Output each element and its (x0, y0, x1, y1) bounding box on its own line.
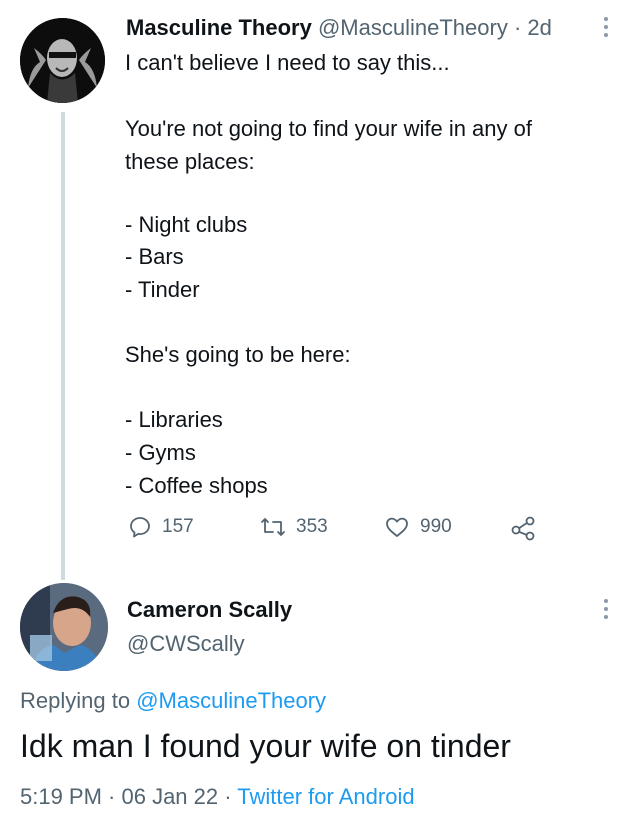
share-icon (510, 515, 538, 541)
reply-author-handle[interactable]: @CWScally (127, 631, 245, 657)
reply-meta: 5:19 PM · 06 Jan 22 · Twitter for Androi… (20, 784, 415, 810)
retweet-count: 353 (296, 516, 328, 537)
reply-icon (128, 515, 152, 539)
source-link[interactable]: Twitter for Android (237, 784, 414, 809)
tweet-line: - Night clubs (125, 212, 248, 237)
tweet-line: You're not going to find your wife in an… (125, 116, 532, 141)
author-name[interactable]: Masculine Theory (126, 15, 312, 40)
avatar-masculine-theory[interactable] (20, 18, 105, 103)
tweet-line: - Coffee shops (125, 473, 268, 498)
reply-author-name[interactable]: Cameron Scally (127, 597, 292, 623)
more-icon[interactable] (603, 17, 609, 41)
retweet-icon (260, 515, 286, 539)
tweet-line: these places: (125, 149, 255, 174)
avatar-cameron-scally[interactable] (20, 583, 108, 671)
tweet-line: - Bars (125, 244, 184, 269)
tweet-line: - Tinder (125, 277, 200, 302)
like-icon (384, 515, 410, 539)
tweet-line: - Libraries (125, 407, 223, 432)
reply-timestamp[interactable]: 5:19 PM · 06 Jan 22 · (20, 784, 232, 809)
replying-handle-link[interactable]: @MasculineTheory (136, 688, 326, 713)
replying-to: Replying to @MasculineTheory (20, 688, 326, 714)
replying-prefix: Replying to (20, 688, 131, 713)
like-count: 990 (420, 516, 452, 537)
like-button[interactable]: 990 (384, 515, 452, 539)
author-handle[interactable]: @MasculineTheory (318, 15, 508, 40)
reply-text: Idk man I found your wife on tinder (20, 728, 511, 764)
reply-count: 157 (162, 516, 194, 537)
header-separator: · (513, 15, 522, 40)
thread-line (61, 112, 65, 580)
share-button[interactable] (510, 515, 538, 541)
tweet-header: Masculine Theory @MasculineTheory · 2d (126, 15, 552, 41)
retweet-button[interactable]: 353 (260, 515, 328, 539)
tweet-line: - Gyms (125, 440, 196, 465)
reply-button[interactable]: 157 (128, 515, 194, 539)
tweet-time[interactable]: 2d (527, 15, 551, 40)
tweet-line: She's going to be here: (125, 342, 351, 367)
tweet-line: I can't believe I need to say this... (125, 50, 450, 75)
more-icon[interactable] (603, 599, 609, 623)
